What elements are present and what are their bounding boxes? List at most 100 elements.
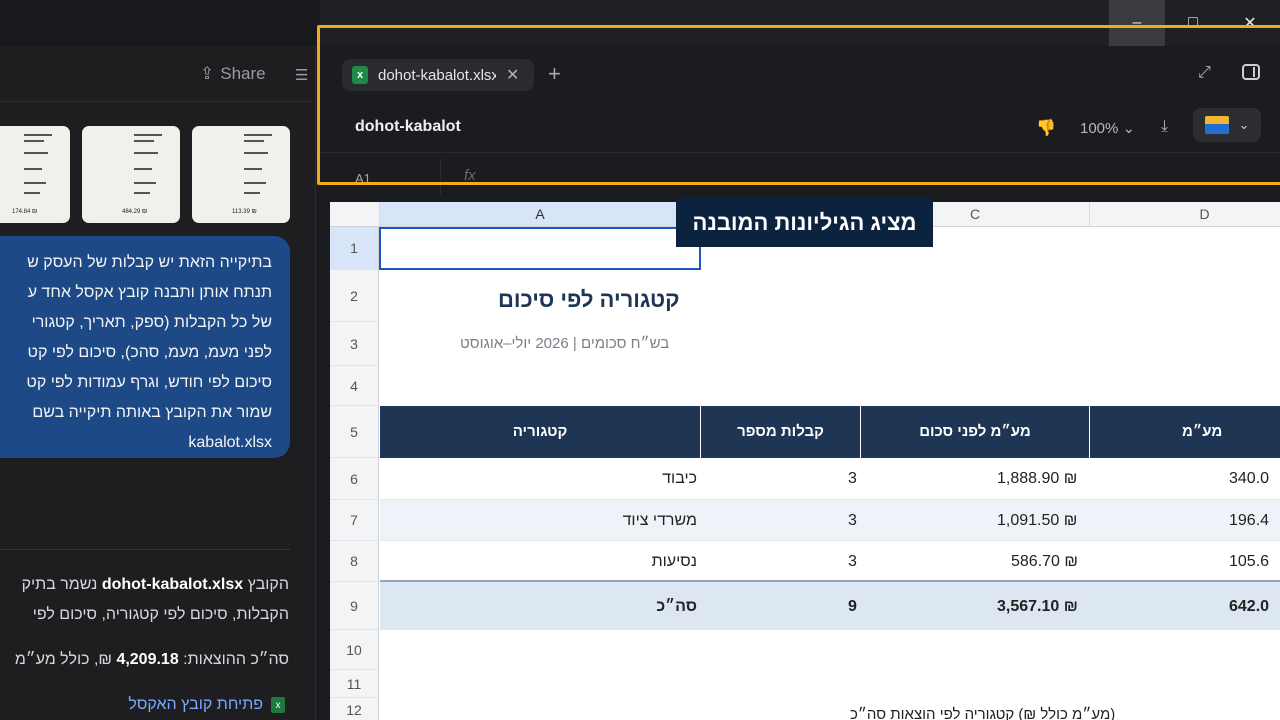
- new-tab-button[interactable]: +: [548, 61, 561, 87]
- function-icon: fx: [464, 167, 476, 184]
- row-header[interactable]: 3: [330, 322, 379, 366]
- header-category: קטגוריה: [380, 406, 701, 458]
- cell-vat[interactable]: 196.4: [1229, 512, 1269, 530]
- row-header[interactable]: 6: [330, 458, 379, 500]
- maximize-button[interactable]: □: [1165, 0, 1221, 46]
- spreadsheet-grid[interactable]: A B C D 1 2 3 4 5 6 7 8 9 10 11 12 קטגור…: [330, 202, 1280, 720]
- grid-corner[interactable]: [330, 202, 380, 227]
- divider: [0, 549, 290, 550]
- feedback-icon[interactable]: 👎: [1036, 118, 1056, 138]
- column-header-a[interactable]: A: [380, 202, 701, 227]
- header-vat: מע״מ: [1182, 423, 1223, 440]
- file-title: dohot-kabalot: [355, 118, 461, 135]
- share-label: Share: [220, 64, 266, 83]
- cell-pre-vat[interactable]: 586.70 ₪: [1011, 553, 1078, 571]
- cell-pre-vat[interactable]: 1,091.50 ₪: [997, 512, 1077, 530]
- message-line: תנתח אותן ותבנה קובץ אקסל אחד ע: [27, 284, 272, 301]
- table-row: [380, 458, 1280, 500]
- open-excel-link[interactable]: x פתיחת קובץ האקסל: [128, 696, 285, 714]
- chart-title-cell[interactable]: (מע״מ כולל ₪) קטגוריה לפי הוצאות סה״כ: [850, 706, 1115, 720]
- sheet-subtitle: בש״ח סכומים | 2026 יולי–אוגוסט: [460, 335, 670, 352]
- folder-icon: [1204, 116, 1229, 134]
- row-header[interactable]: 1: [330, 227, 379, 270]
- answer-text: נשמר בתיק: [21, 576, 98, 593]
- chat-panel: ⇪ Share ☰ 174.84 ₪ 484.29 ₪ 113.39 ₪ בתי…: [0, 46, 316, 720]
- zoom-select[interactable]: 100% ⌄: [1080, 119, 1135, 137]
- cell-total-count[interactable]: 9: [848, 598, 857, 616]
- assistant-answer-line: הקובץ dohot-kabalot.xlsx נשמר בתיק: [22, 576, 289, 594]
- cell-count[interactable]: 3: [848, 512, 857, 530]
- column-header-d[interactable]: D: [1090, 202, 1280, 227]
- cell-total-label[interactable]: סה״כ: [656, 598, 697, 616]
- chevron-down-icon: ⌄: [1238, 117, 1250, 132]
- table-header-row: קטגוריה קבלות מספר מע״מ לפני סכום מע״מ: [380, 406, 1280, 458]
- row-header[interactable]: 2: [330, 270, 379, 322]
- file-tab[interactable]: x dohot-kabalot.xlsx ✕: [342, 59, 534, 91]
- row-header[interactable]: 11: [330, 670, 379, 698]
- open-folder-button[interactable]: ⌄: [1193, 108, 1261, 142]
- download-icon[interactable]: ⤓: [1161, 118, 1168, 136]
- close-tab-icon[interactable]: ✕: [506, 65, 519, 85]
- screen: – □ ✕ ⇪ Share ☰ 174.84 ₪ 484.29 ₪ 113.39…: [0, 0, 1280, 720]
- share-icon: ⇪: [200, 64, 215, 83]
- expand-icon[interactable]: ⤢: [1198, 64, 1211, 82]
- row-header[interactable]: 12: [330, 698, 379, 720]
- assistant-answer-line: סה״כ ההוצאות: 4,209.18 ₪, כולל מע״מ: [15, 651, 289, 669]
- message-line: לפני מעמ, מעמ, סהכ), סיכום לפי קט: [27, 344, 272, 361]
- cell-category[interactable]: כיבוד: [662, 470, 697, 488]
- answer-text: הקובץ: [247, 576, 289, 593]
- receipt-total: 484.29 ₪: [122, 209, 148, 215]
- cell-category[interactable]: משרדי ציוד: [623, 512, 697, 530]
- receipt-thumbnail[interactable]: 113.39 ₪: [192, 126, 290, 223]
- receipt-total: 113.39 ₪: [232, 209, 257, 215]
- cell-pre-vat[interactable]: 1,888.90 ₪: [997, 470, 1077, 488]
- assistant-answer-line: הקבלות, סיכום לפי קטגוריה, סיכום לפי: [32, 606, 289, 623]
- answer-text: סה״כ ההוצאות:: [183, 651, 289, 668]
- answer-total: 4,209.18: [116, 651, 179, 668]
- cell-count[interactable]: 3: [848, 553, 857, 571]
- table-row: [380, 500, 1280, 541]
- cell-total-pre-vat[interactable]: 3,567.10 ₪: [997, 598, 1078, 616]
- zoom-value: 100%: [1080, 120, 1119, 137]
- table-row: [380, 541, 1280, 582]
- cell-total-vat[interactable]: 642.0: [1229, 598, 1269, 616]
- open-excel-label: פתיחת קובץ האקסל: [128, 696, 263, 713]
- cell-vat[interactable]: 105.6: [1229, 553, 1269, 571]
- close-window-button[interactable]: ✕: [1222, 0, 1278, 46]
- minimize-button[interactable]: –: [1109, 0, 1165, 46]
- share-button[interactable]: ⇪ Share: [200, 64, 266, 84]
- receipt-thumbnail[interactable]: 484.29 ₪: [82, 126, 180, 223]
- receipt-thumbnail[interactable]: 174.84 ₪: [0, 126, 70, 223]
- user-message-bubble: בתיקייה הזאת יש קבלות של העסק ש תנתח אות…: [0, 236, 290, 458]
- cell-reference[interactable]: A1: [355, 171, 371, 186]
- message-line: סיכום לפי חודש, וגרף עמודות לפי קט: [26, 374, 272, 391]
- row-header[interactable]: 8: [330, 541, 379, 582]
- window-titlebar: – □ ✕: [0, 0, 1280, 46]
- row-header[interactable]: 7: [330, 500, 379, 541]
- answer-filename: dohot-kabalot.xlsx: [101, 576, 244, 593]
- excel-icon: x: [271, 697, 285, 713]
- header-count: קבלות מספר: [701, 406, 861, 458]
- selected-cell-a1[interactable]: [379, 227, 701, 270]
- answer-text: ₪, כולל מע״מ: [14, 651, 112, 668]
- cell-category[interactable]: נסיעות: [652, 553, 697, 571]
- row-header[interactable]: 10: [330, 630, 379, 670]
- row-header[interactable]: 9: [330, 582, 379, 630]
- excel-icon: x: [352, 66, 368, 84]
- message-line: שמור את הקובץ באותה תיקייה בשם: [32, 404, 272, 421]
- toggle-sidebar-icon[interactable]: [1242, 64, 1260, 80]
- header-pre-vat: מע״מ לפני סכום: [861, 406, 1090, 458]
- row-header[interactable]: 4: [330, 366, 379, 406]
- message-line: בתיקייה הזאת יש קבלות של העסק ש: [27, 254, 272, 271]
- chat-toolbar: ⇪ Share ☰: [0, 46, 315, 102]
- message-line: kabalot.xlsx: [188, 434, 272, 451]
- sheet-title: קטגוריה לפי סיכום: [498, 287, 680, 312]
- list-icon[interactable]: ☰: [295, 66, 308, 84]
- cell-vat[interactable]: 340.0: [1229, 470, 1269, 488]
- receipt-total: 174.84 ₪: [12, 209, 38, 215]
- row-header[interactable]: 5: [330, 406, 379, 458]
- titlebar-left: [0, 0, 320, 46]
- table-total-row: [380, 582, 1280, 630]
- cell-count[interactable]: 3: [848, 470, 857, 488]
- callout-label: מציג הגיליונות המובנה: [676, 198, 933, 247]
